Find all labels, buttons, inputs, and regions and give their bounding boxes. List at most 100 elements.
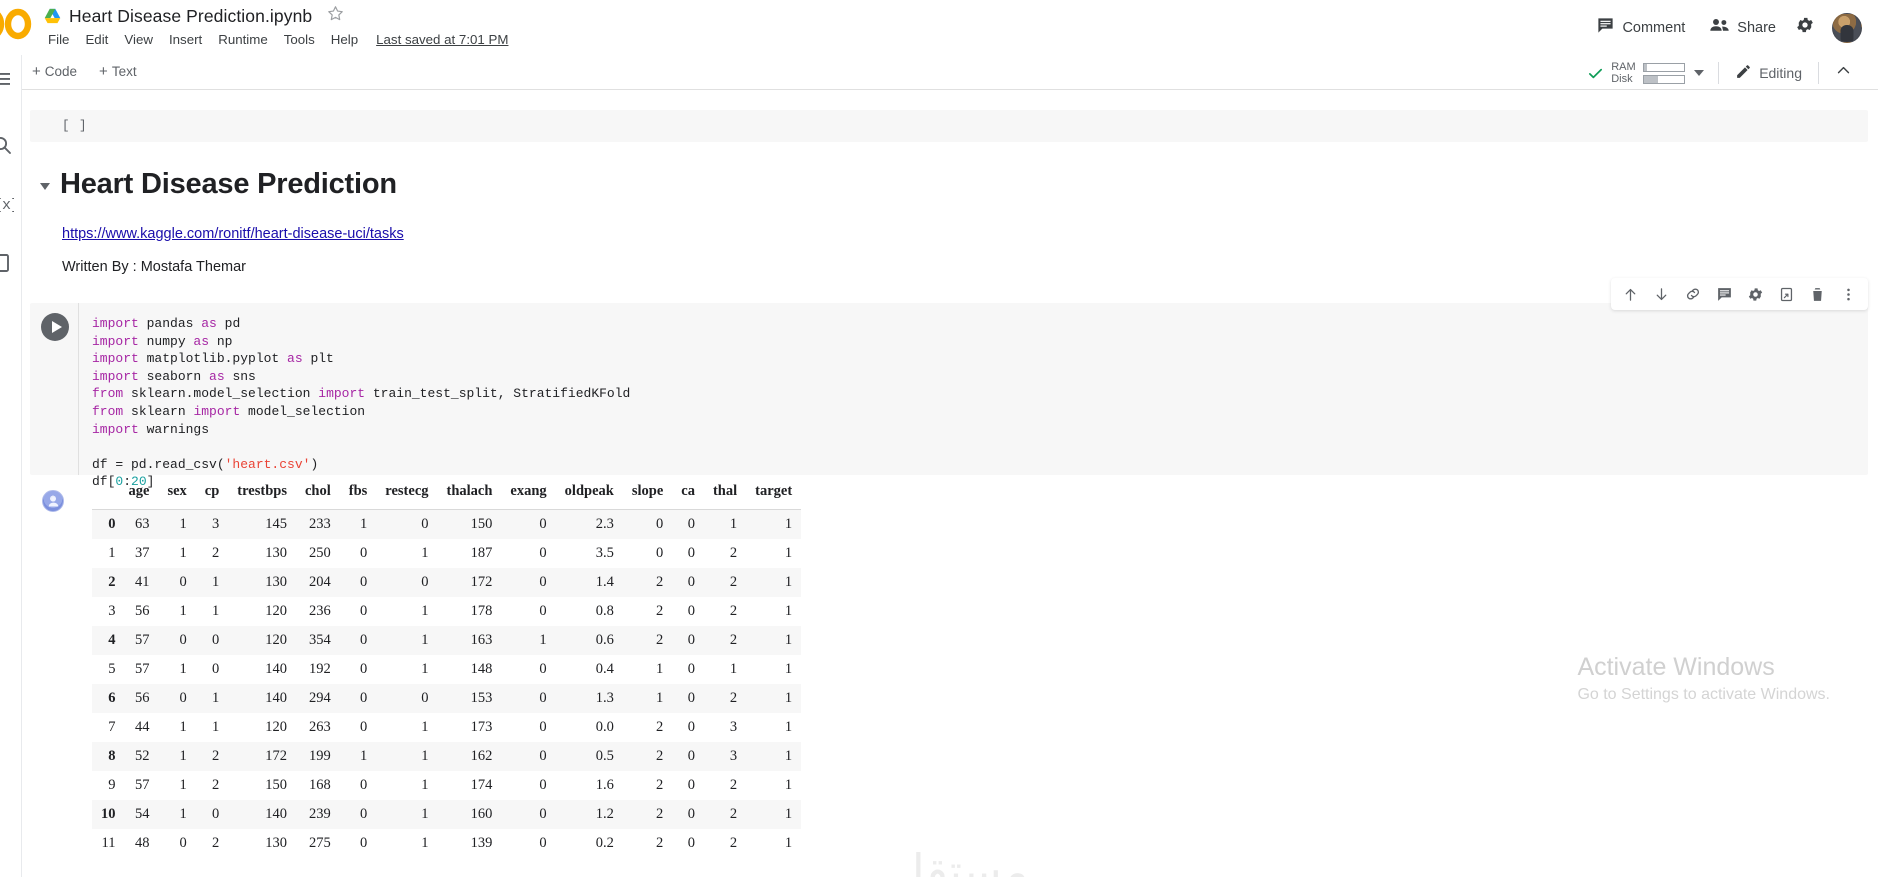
link-to-cell-icon[interactable] <box>1677 280 1709 308</box>
collapse-section-caret-icon[interactable] <box>40 183 50 190</box>
column-header-thalach: thalach <box>437 480 502 510</box>
find-and-replace-icon[interactable] <box>0 133 14 157</box>
last-saved-label[interactable]: Last saved at 7:01 PM <box>376 32 508 47</box>
cell-trestbps: 130 <box>265 574 287 590</box>
cell-thalach: 153 <box>470 690 493 706</box>
dataframe-output-table[interactable]: age sex cp trestbps chol fbs restecg thalach exa… <box>92 480 802 858</box>
variables-icon[interactable]: {x} <box>0 191 20 215</box>
column-header-age: age <box>119 480 159 510</box>
code-cell[interactable]: import pandas as pd import numpy as np i… <box>30 303 1868 489</box>
kaggle-dataset-link[interactable]: https://www.kaggle.com/ronitf/heart-dise… <box>62 226 1440 242</box>
cell-target: 1 <box>784 748 793 764</box>
mirror-cell-icon[interactable] <box>1771 281 1802 308</box>
cell-settings-icon[interactable] <box>1740 281 1771 308</box>
settings-button[interactable] <box>1788 8 1822 47</box>
cell-age: 63 <box>134 516 150 532</box>
cell-target: 1 <box>784 574 793 590</box>
comment-button[interactable]: Comment <box>1584 10 1697 45</box>
cell-ca: 0 <box>687 835 695 851</box>
cell-exang: 0 <box>539 574 547 590</box>
move-cell-down-icon[interactable] <box>1646 281 1677 308</box>
menu-file[interactable]: File <box>40 30 77 49</box>
chevron-down-icon[interactable] <box>1694 70 1705 76</box>
account-avatar[interactable] <box>1832 12 1862 43</box>
table-row: 8 52 1 2 172 199 1 1 162 0 0.5 2 0 3 1 <box>92 742 802 771</box>
cell-thal: 2 <box>729 690 738 706</box>
cell-ca: 0 <box>687 748 695 764</box>
menu-view[interactable]: View <box>116 30 161 49</box>
move-cell-up-icon[interactable] <box>1615 281 1646 308</box>
cell-cp: 0 <box>212 632 220 648</box>
cell-trestbps: 140 <box>265 690 287 706</box>
markdown-cell[interactable]: Heart Disease Prediction https://www.kag… <box>40 168 1440 275</box>
code-editor[interactable]: import pandas as pd import numpy as np i… <box>92 315 630 491</box>
cell-oldpeak: 0.2 <box>595 835 614 851</box>
delete-cell-icon[interactable] <box>1802 281 1833 308</box>
add-comment-icon[interactable] <box>1709 281 1740 308</box>
cell-cp: 2 <box>212 777 220 793</box>
ram-label: RAM <box>1611 61 1636 73</box>
row-index: 11 <box>101 835 116 851</box>
column-header-restecg: restecg <box>376 480 438 510</box>
menu-tools[interactable]: Tools <box>276 30 323 49</box>
menu-runtime[interactable]: Runtime <box>210 30 276 49</box>
notebook-toolbar: + Code + Text RAM Disk Editing <box>0 55 1878 90</box>
star-outline-icon[interactable] <box>320 4 345 28</box>
cell-exang: 0 <box>539 719 547 735</box>
cell-thal: 3 <box>729 719 738 735</box>
colab-logo-icon[interactable] <box>0 4 44 44</box>
run-cell-button[interactable] <box>41 313 69 341</box>
cell-age: 48 <box>134 835 150 851</box>
cell-fbs: 1 <box>360 748 368 764</box>
row-index: 5 <box>108 661 116 677</box>
cell-sex: 1 <box>179 661 187 677</box>
activation-title: Activate Windows <box>1577 653 1775 681</box>
cell-cp: 1 <box>212 690 220 706</box>
empty-code-cell[interactable]: [ ] <box>30 110 1868 142</box>
cell-ca: 0 <box>687 545 695 561</box>
row-index: 7 <box>108 719 116 735</box>
menu-edit[interactable]: Edit <box>77 30 116 49</box>
cell-target: 1 <box>784 806 793 822</box>
share-button[interactable]: Share <box>1697 10 1788 45</box>
page-title[interactable]: Heart Disease Prediction.ipynb <box>69 6 312 27</box>
cell-fbs: 0 <box>360 574 368 590</box>
cell-chol: 354 <box>309 632 331 648</box>
cell-exang: 0 <box>539 603 547 619</box>
menu-insert[interactable]: Insert <box>161 30 210 49</box>
add-code-cell-button[interactable]: + Code <box>28 62 81 81</box>
column-header-exang: exang <box>501 480 556 510</box>
collapse-toolbar-button[interactable] <box>1827 58 1860 88</box>
cell-target: 1 <box>784 690 793 706</box>
resource-meters[interactable]: RAM Disk <box>1587 61 1686 85</box>
cell-ca: 0 <box>687 690 695 706</box>
disk-label: Disk <box>1611 73 1633 85</box>
cell-restecg: 1 <box>421 719 429 735</box>
add-text-cell-button[interactable]: + Text <box>95 62 141 81</box>
cell-oldpeak: 1.4 <box>595 574 614 590</box>
left-sidebar-rail: {x} <box>0 55 22 877</box>
cell-target: 1 <box>784 545 793 561</box>
cell-fbs: 0 <box>360 632 368 648</box>
cell-cp: 1 <box>212 603 220 619</box>
cell-cp: 0 <box>212 661 220 677</box>
mostaql-watermark: مستقل mostaql.com <box>850 846 1070 877</box>
cell-thalach: 150 <box>470 516 493 532</box>
cell-ca: 0 <box>687 661 695 677</box>
cell-thal: 2 <box>729 574 738 590</box>
editing-label: Editing <box>1759 65 1802 81</box>
cell-slope: 0 <box>656 516 664 532</box>
files-icon[interactable] <box>0 251 14 275</box>
cell-target: 1 <box>784 777 793 793</box>
editing-mode-button[interactable]: Editing <box>1727 59 1810 87</box>
cell-cp: 1 <box>212 574 220 590</box>
cell-chol: 233 <box>309 516 331 532</box>
cell-thalach: 148 <box>470 661 493 677</box>
notebook-scroll-area[interactable]: [ ] Heart Disease Prediction https://www… <box>22 90 1878 877</box>
cell-sex: 1 <box>179 516 187 532</box>
cell-slope: 1 <box>656 690 664 706</box>
table-of-contents-icon[interactable] <box>0 67 14 91</box>
more-options-icon[interactable] <box>1833 281 1864 308</box>
column-header-sex: sex <box>158 480 196 510</box>
menu-help[interactable]: Help <box>323 30 366 49</box>
